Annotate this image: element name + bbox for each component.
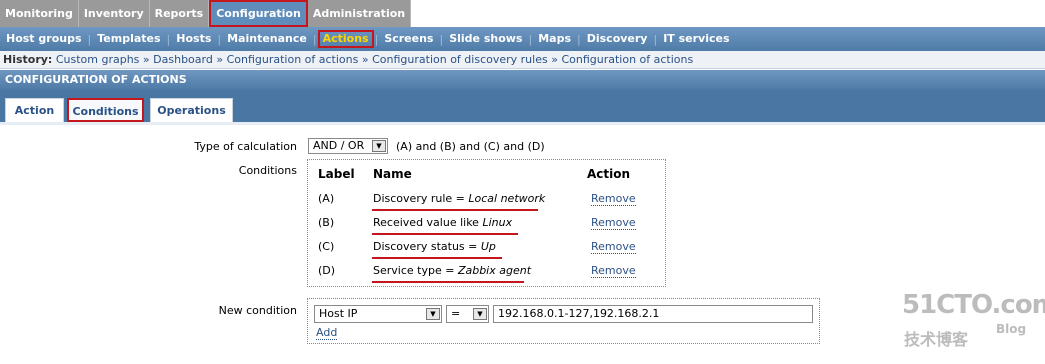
condition-type-select[interactable]: Host IP ▼	[314, 305, 442, 323]
calc-expression: (A) and (B) and (C) and (D)	[396, 140, 545, 153]
history-label: History:	[3, 53, 53, 66]
red-underline	[372, 233, 518, 235]
sub-menu-maintenance[interactable]: Maintenance	[221, 27, 313, 51]
red-underline	[372, 281, 524, 283]
history-separator: »	[551, 53, 558, 66]
condition-label: (B)	[318, 216, 335, 229]
history-separator: »	[361, 53, 369, 66]
history-link[interactable]: Dashboard	[153, 53, 213, 66]
history-separator: »	[216, 53, 224, 66]
col-header-label: Label	[318, 167, 355, 181]
condition-name: Discovery status = Up	[373, 240, 496, 253]
conditions-table: Label Name Action (A) Discovery rule = L…	[307, 159, 666, 287]
calc-type-select[interactable]: AND / OR ▼	[308, 138, 388, 154]
remove-condition-button[interactable]: Remove	[591, 240, 636, 254]
operator-select[interactable]: = ▼	[446, 305, 489, 323]
top-menu: Monitoring Inventory Reports Configurati…	[0, 0, 412, 27]
condition-name-value: Up	[480, 240, 496, 253]
top-menu-configuration[interactable]: Configuration	[209, 0, 308, 27]
condition-type-value: Host IP	[319, 307, 358, 320]
new-condition-box: Host IP ▼ = ▼ 192.168.0.1-127,192.168.2.…	[307, 298, 820, 344]
history-link[interactable]: Configuration of discovery rules	[372, 53, 548, 66]
history-breadcrumb: History: Custom graphs » Dashboard » Con…	[0, 51, 1045, 69]
watermark-sub: 技术博客	[904, 330, 969, 349]
tab-conditions[interactable]: Conditions	[67, 98, 144, 122]
top-menu-reports[interactable]: Reports	[149, 0, 210, 27]
condition-name-prefix: Service type =	[373, 264, 458, 277]
col-header-name: Name	[373, 167, 412, 181]
sub-menu-it-services[interactable]: IT services	[657, 27, 735, 51]
condition-name-prefix: Discovery rule =	[373, 192, 469, 205]
sub-menu-maps[interactable]: Maps	[532, 27, 577, 51]
sub-menu-actions[interactable]: Actions	[317, 27, 375, 51]
chevron-down-icon: ▼	[426, 308, 440, 320]
sub-menu-host-groups[interactable]: Host groups	[0, 27, 88, 51]
history-separator: »	[142, 53, 150, 66]
tab-operations[interactable]: Operations	[150, 98, 233, 122]
red-underline	[372, 209, 538, 211]
top-menu-administration[interactable]: Administration	[307, 0, 412, 27]
condition-name-prefix: Received value like	[373, 216, 483, 229]
top-menu-bar: Monitoring Inventory Reports Configurati…	[0, 0, 1045, 27]
operator-value: =	[451, 307, 461, 320]
tab-action[interactable]: Action	[5, 98, 64, 122]
col-header-action: Action	[587, 167, 631, 181]
history-link[interactable]: Configuration of actions	[561, 53, 693, 66]
watermark-blog: Blog	[996, 322, 1027, 336]
add-condition-button[interactable]: Add	[316, 326, 338, 340]
remove-condition-button[interactable]: Remove	[591, 264, 636, 278]
conditions-label: Conditions	[238, 164, 297, 177]
calc-type-label: Type of calculation	[194, 140, 297, 153]
sub-menu-templates[interactable]: Templates	[91, 27, 166, 51]
tab-underline	[0, 122, 1045, 125]
new-condition-label: New condition	[218, 304, 297, 317]
remove-condition-button[interactable]: Remove	[591, 192, 636, 206]
sub-menu-screens[interactable]: Screens	[378, 27, 439, 51]
sub-menu-hosts[interactable]: Hosts	[170, 27, 217, 51]
highlight-box	[317, 30, 374, 48]
condition-label: (A)	[318, 192, 335, 205]
page-title: CONFIGURATION OF ACTIONS	[0, 70, 1045, 90]
history-link[interactable]: Custom graphs	[56, 53, 140, 66]
sub-menu: Host groups | Templates | Hosts | Mainte…	[0, 27, 1045, 51]
condition-label: (D)	[318, 264, 336, 277]
tabs-bar: Action Conditions Operations	[0, 90, 1045, 122]
condition-name-value: Linux	[482, 216, 513, 229]
condition-name: Received value like Linux	[373, 216, 512, 229]
chevron-down-icon: ▼	[473, 308, 487, 320]
condition-name-value: Local network	[468, 192, 546, 205]
sub-menu-slide-shows[interactable]: Slide shows	[443, 27, 528, 51]
calc-type-value: AND / OR	[313, 139, 365, 152]
condition-label: (C)	[318, 240, 335, 253]
condition-value-input[interactable]: 192.168.0.1-127,192.168.2.1	[493, 305, 813, 323]
sub-menu-discovery[interactable]: Discovery	[581, 27, 654, 51]
top-menu-monitoring[interactable]: Monitoring	[0, 0, 79, 27]
red-underline	[372, 257, 502, 259]
top-menu-inventory[interactable]: Inventory	[78, 0, 150, 27]
watermark-logo: 51CTO.com	[902, 290, 1045, 320]
condition-name: Service type = Zabbix agent	[373, 264, 531, 277]
condition-name-value: Zabbix agent	[457, 264, 532, 277]
history-link[interactable]: Configuration of actions	[227, 53, 359, 66]
chevron-down-icon: ▼	[372, 140, 386, 152]
condition-name: Discovery rule = Local network	[373, 192, 545, 205]
remove-condition-button[interactable]: Remove	[591, 216, 636, 230]
condition-name-prefix: Discovery status =	[373, 240, 481, 253]
